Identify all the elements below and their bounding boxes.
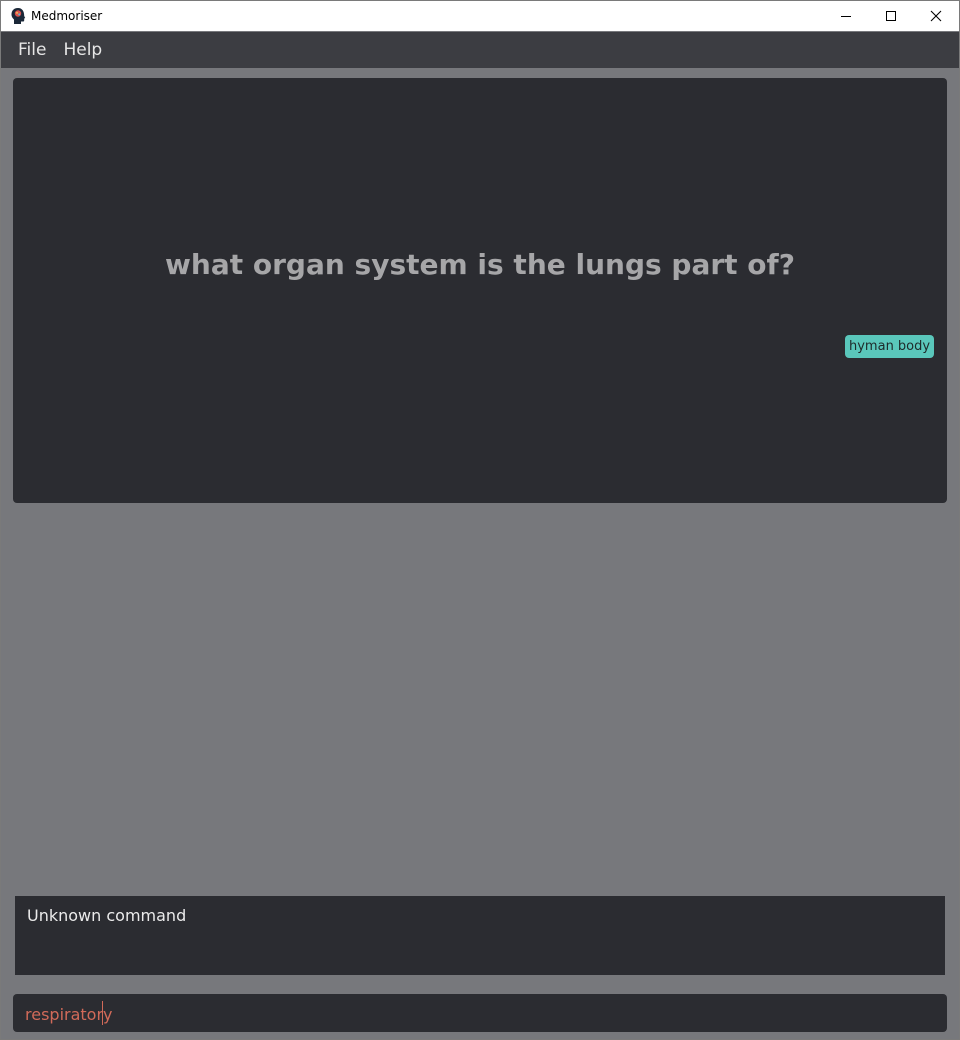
- app-window: Medmoriser File Help what organ system i…: [0, 0, 960, 1040]
- close-button[interactable]: [913, 1, 959, 31]
- menu-bar: File Help: [1, 32, 959, 68]
- maximize-button[interactable]: [868, 1, 914, 31]
- title-bar[interactable]: Medmoriser: [1, 1, 959, 31]
- result-display: Unknown command: [15, 896, 945, 975]
- menu-file[interactable]: File: [18, 40, 46, 60]
- menu-help[interactable]: Help: [63, 40, 102, 60]
- command-input[interactable]: [25, 1003, 925, 1025]
- close-icon: [930, 10, 942, 22]
- maximize-icon: [886, 11, 896, 21]
- brain-head-icon: [11, 8, 26, 24]
- window-title: Medmoriser: [31, 9, 103, 23]
- text-caret: [102, 1001, 103, 1025]
- minimize-button[interactable]: [823, 1, 869, 31]
- result-message: Unknown command: [27, 906, 187, 925]
- minimize-icon: [841, 16, 851, 17]
- flashcard-question: what organ system is the lungs part of?: [165, 248, 795, 281]
- flashcard-panel: what organ system is the lungs part of? …: [13, 78, 947, 503]
- command-box[interactable]: [13, 994, 947, 1032]
- tag-badge: hyman body: [845, 335, 935, 358]
